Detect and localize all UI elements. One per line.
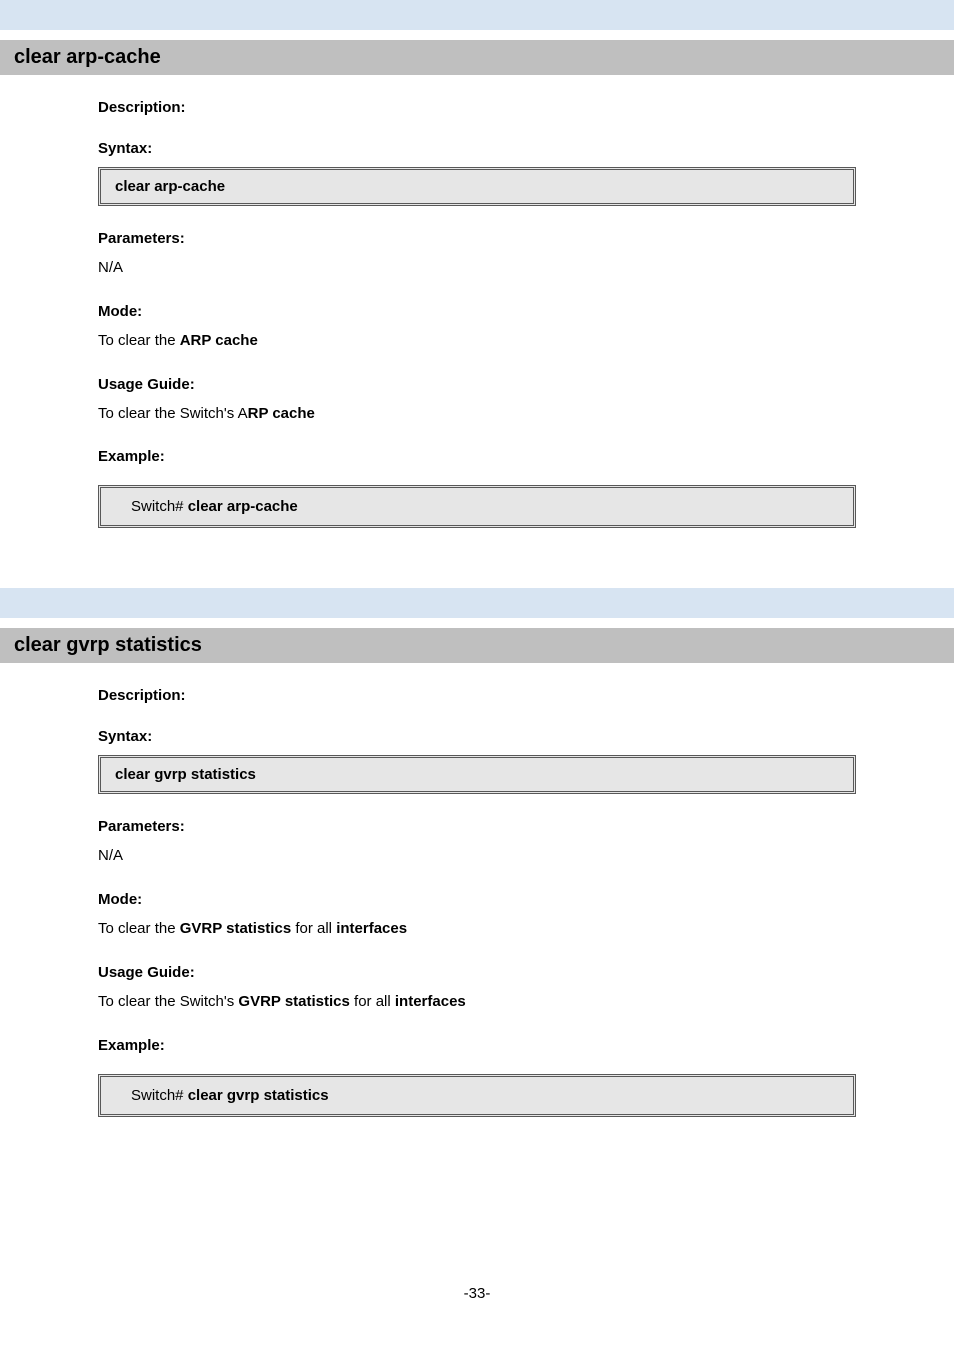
usage-text-2: To clear the Switch's GVRP statistics fo…	[98, 991, 856, 1013]
cli-box-1: Switch# clear arp-cache	[98, 485, 856, 528]
usage-post: for all	[350, 993, 395, 1010]
section-band	[0, 0, 954, 30]
cli-command: clear arp-cache	[184, 498, 298, 515]
page-number: -33-	[0, 1285, 954, 1302]
label-syntax: Syntax:	[98, 140, 856, 157]
cli-command: clear gvrp statistics	[184, 1087, 329, 1104]
mode-bold: ARP cache	[180, 332, 258, 349]
mode-text-1: To clear the ARP cache	[98, 330, 856, 352]
mode-pre: To clear the	[98, 920, 180, 937]
usage-text-1: To clear the Switch's ARP cache	[98, 403, 856, 425]
mode-post: for all	[291, 920, 336, 937]
cli-prompt: Switch#	[131, 498, 184, 515]
usage-bold: GVRP statistics	[238, 993, 349, 1010]
mode-text-2: To clear the GVRP statistics for all int…	[98, 918, 856, 940]
label-syntax: Syntax:	[98, 728, 856, 745]
label-example: Example:	[98, 1037, 856, 1054]
section-heading-2: clear gvrp statistics	[0, 628, 954, 663]
mode-bold2: interfaces	[336, 920, 407, 937]
section-heading-1: clear arp-cache	[0, 40, 954, 75]
section-band	[0, 588, 954, 618]
label-parameters: Parameters:	[98, 818, 856, 835]
cli-prompt: Switch#	[131, 1087, 184, 1104]
label-usage: Usage Guide:	[98, 376, 856, 393]
label-example: Example:	[98, 448, 856, 465]
syntax-box-1: clear arp-cache	[98, 167, 856, 206]
mode-pre: To clear the	[98, 332, 180, 349]
usage-pre: To clear the Switch's A	[98, 405, 248, 422]
label-description: Description:	[98, 99, 856, 116]
usage-pre: To clear the Switch's	[98, 993, 238, 1010]
cli-box-2: Switch# clear gvrp statistics	[98, 1074, 856, 1117]
param-text-1: N/A	[98, 257, 856, 279]
usage-bold: RP cache	[248, 405, 315, 422]
usage-bold2: interfaces	[395, 993, 466, 1010]
label-description: Description:	[98, 687, 856, 704]
label-mode: Mode:	[98, 303, 856, 320]
label-parameters: Parameters:	[98, 230, 856, 247]
syntax-box-2: clear gvrp statistics	[98, 755, 856, 794]
mode-bold: GVRP statistics	[180, 920, 291, 937]
param-text-2: N/A	[98, 845, 856, 867]
label-mode: Mode:	[98, 891, 856, 908]
label-usage: Usage Guide:	[98, 964, 856, 981]
